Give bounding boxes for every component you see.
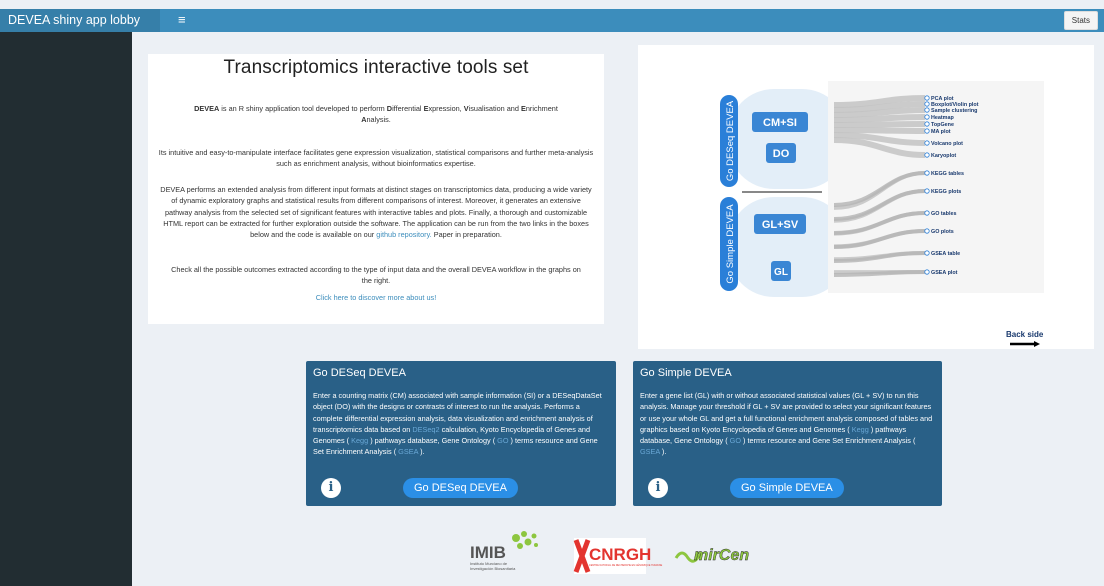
flow-band xyxy=(833,127,926,134)
input-label-do: DO xyxy=(773,148,790,160)
deseq-pill-label: Go DESeq DEVEA xyxy=(725,100,736,181)
flow-band xyxy=(833,121,926,128)
input-label-gl-sv: GL+SV xyxy=(762,219,799,231)
intro-p1-ifferential: ifferential xyxy=(392,104,424,113)
output-node xyxy=(924,152,930,158)
mircen-logo: mirCen xyxy=(674,547,750,564)
intro-paragraph-2: Its intuitive and easy-to-manipulate int… xyxy=(158,148,594,169)
back-side-label[interactable]: Back side xyxy=(1006,330,1044,339)
output-node xyxy=(924,114,930,120)
intro-p3-suffix: Paper in preparation. xyxy=(431,230,502,240)
output-node xyxy=(924,107,930,113)
intro-p1-text: is an R shiny application tool developed… xyxy=(219,104,387,113)
input-label-gl: GL xyxy=(774,267,788,278)
output-label: GO plots xyxy=(931,229,954,235)
simple-box: Go Simple DEVEA Enter a gene list (GL) w… xyxy=(633,361,942,506)
go-link[interactable]: GO xyxy=(495,436,510,445)
deseq-text-c: ) pathways database, Gene Ontology ( xyxy=(370,436,496,446)
output-label: GSEA plot xyxy=(931,270,958,276)
flow-band xyxy=(833,114,926,123)
output-node xyxy=(924,250,930,256)
github-link[interactable]: github repository. xyxy=(376,230,431,239)
simple-text-c: ) terms resource and Gene Set Enrichment… xyxy=(743,436,916,446)
info-icon[interactable]: i xyxy=(321,478,341,498)
output-label: Sample clustering xyxy=(931,108,977,114)
intro-p1-isualisation: isualisation and xyxy=(468,104,521,113)
output-label: Karyoplot xyxy=(931,153,956,159)
output-label: Heatmap xyxy=(931,115,954,121)
cnrgh-logo-text: CNRGH xyxy=(589,545,651,564)
cnrgh-sub: CENTRE NATIONAL DE RECHERCHE EN GÉNOMIQU… xyxy=(589,564,663,567)
output-label: GSEA table xyxy=(931,251,960,257)
simple-box-text: Enter a gene list (GL) with or without a… xyxy=(633,387,942,458)
output-node xyxy=(924,95,930,101)
intro-paragraph-3: DEVEA performs an extended analysis from… xyxy=(158,184,594,240)
imib-logo-text: IMIB xyxy=(470,543,506,562)
app-brand[interactable]: DEVEA shiny app lobby xyxy=(0,9,160,32)
output-node xyxy=(924,121,930,127)
output-node xyxy=(924,140,930,146)
simple-text-d: ). xyxy=(661,447,667,457)
logos-row: IMIB Instituto Murciano de Investigación… xyxy=(470,531,750,574)
hamburger-icon[interactable]: ≡ xyxy=(178,9,186,32)
imib-logo: IMIB Instituto Murciano de Investigación… xyxy=(470,531,538,571)
workflow-panel: Go DESeq DEVEA Go Simple DEVEA CM+SI DO … xyxy=(638,45,1094,349)
output-node xyxy=(924,170,930,176)
input-label-cm-si: CM+SI xyxy=(763,117,797,129)
output-node xyxy=(924,128,930,134)
output-node xyxy=(924,210,930,216)
cnrgh-logo: CNRGH CENTRE NATIONAL DE RECHERCHE EN GÉ… xyxy=(573,538,663,574)
output-node xyxy=(924,188,930,194)
devea-name: DEVEA xyxy=(194,104,220,113)
info-icon[interactable]: i xyxy=(648,478,668,498)
sidebar xyxy=(0,32,132,586)
intro-paragraph-1: DEVEA is an R shiny application tool dev… xyxy=(168,103,584,126)
arrow-head-icon xyxy=(1034,341,1040,347)
gsea-link[interactable]: GSEA xyxy=(396,447,420,456)
intro-paragraph-5: Click here to discover more about us! xyxy=(168,292,584,303)
top-navbar: DEVEA shiny app lobby ≡ Stats xyxy=(0,9,1104,32)
output-label: KEGG plots xyxy=(931,189,961,195)
intro-p1-xpression: xpression, xyxy=(428,104,464,113)
output-label: GO tables xyxy=(931,211,956,217)
page-title: Transcriptomics interactive tools set xyxy=(223,57,529,78)
kegg-link[interactable]: Kegg xyxy=(850,425,871,434)
deseq-text-e: ). xyxy=(420,447,425,457)
output-node xyxy=(924,269,930,275)
simple-pill-label: Go Simple DEVEA xyxy=(725,204,736,284)
stats-button[interactable]: Stats xyxy=(1063,11,1098,30)
deseq-box-title: Go DESeq DEVEA xyxy=(313,367,406,379)
go-simple-button[interactable]: Go Simple DEVEA xyxy=(730,478,844,498)
output-label: KEGG tables xyxy=(931,171,964,177)
intro-p1-nrichment: nrichment xyxy=(525,104,558,113)
mircen-logo-text: mirCen xyxy=(694,547,749,564)
imib-sub2: Investigación Biosanitaria xyxy=(470,566,516,571)
kegg-link[interactable]: Kegg xyxy=(349,436,370,445)
simple-box-title: Go Simple DEVEA xyxy=(640,367,732,379)
output-node xyxy=(924,228,930,234)
output-label: MA plot xyxy=(931,129,951,135)
go-link[interactable]: GO xyxy=(728,436,743,445)
deseq-box-text: Enter a counting matrix (CM) associated … xyxy=(306,387,616,458)
deseq-box: Go DESeq DEVEA Enter a counting matrix (… xyxy=(306,361,616,506)
output-label: TopGene xyxy=(931,122,954,128)
about-us-link[interactable]: Click here to discover more about us! xyxy=(316,293,436,302)
intro-p1-nalysis: nalysis. xyxy=(366,115,391,125)
output-node xyxy=(924,101,930,107)
workflow-diagram: Go DESeq DEVEA Go Simple DEVEA CM+SI DO … xyxy=(720,81,1044,347)
output-label: Volcano plot xyxy=(931,141,963,147)
go-deseq-button[interactable]: Go DESeq DEVEA xyxy=(403,478,518,498)
gsea-link[interactable]: GSEA xyxy=(640,447,662,456)
intro-panel: Transcriptomics interactive tools set DE… xyxy=(148,54,604,324)
intro-paragraph-4: Check all the possible outcomes extracte… xyxy=(171,265,581,286)
deseq2-link[interactable]: DESeq2 xyxy=(412,425,439,434)
